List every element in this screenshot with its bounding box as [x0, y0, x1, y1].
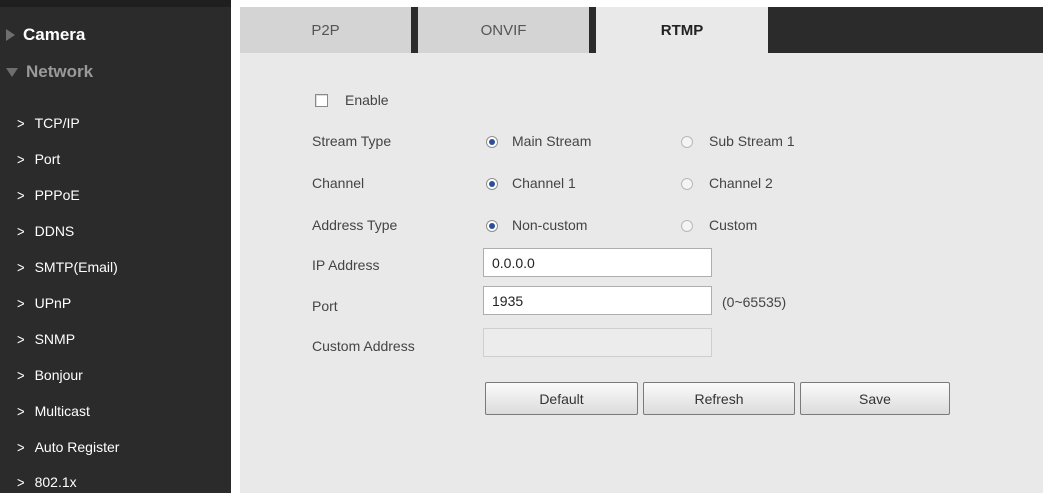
- sidebar-item-upnp[interactable]: > UPnP: [17, 288, 71, 318]
- tab-p2p[interactable]: P2P: [240, 7, 411, 53]
- sidebar-item-bonjour[interactable]: > Bonjour: [17, 360, 83, 390]
- port-range-hint: (0~65535): [722, 294, 787, 310]
- sidebar-item-port[interactable]: > Port: [17, 144, 60, 174]
- sidebar-item-label: Port: [34, 151, 61, 167]
- expand-arrow-icon: [6, 29, 15, 41]
- sidebar-item-label: SMTP(Email): [34, 259, 118, 275]
- custom-address-input[interactable]: [483, 328, 712, 357]
- enable-label: Enable: [345, 92, 389, 108]
- sidebar-item-label: Multicast: [34, 403, 90, 419]
- sidebar-item-auto-register[interactable]: > Auto Register: [17, 432, 119, 462]
- collapse-arrow-icon: [6, 67, 18, 77]
- chevron-right-icon: >: [17, 402, 25, 420]
- enable-checkbox[interactable]: [315, 94, 328, 107]
- tab-rtmp[interactable]: RTMP: [596, 7, 768, 53]
- chevron-right-icon: >: [17, 114, 25, 132]
- chevron-right-icon: >: [17, 186, 25, 204]
- channel-label: Channel: [312, 175, 365, 191]
- rtmp-settings-panel: Enable Stream Type Main Stream Sub Strea…: [240, 53, 1043, 493]
- address-type-label: Address Type: [312, 217, 398, 233]
- refresh-button[interactable]: Refresh: [643, 382, 795, 415]
- sidebar: Camera Network > TCP/IP > Port > PPPoE >…: [0, 0, 231, 493]
- chevron-right-icon: >: [17, 258, 25, 276]
- sidebar-item-label: Auto Register: [34, 439, 120, 455]
- non-custom-radio[interactable]: [486, 220, 498, 232]
- chevron-right-icon: >: [17, 150, 25, 168]
- sidebar-item-ddns[interactable]: > DDNS: [17, 216, 74, 246]
- chevron-right-icon: >: [17, 330, 25, 348]
- sidebar-section-network[interactable]: Network: [0, 57, 231, 87]
- sidebar-item-label: PPPoE: [34, 187, 80, 203]
- chevron-right-icon: >: [17, 366, 25, 384]
- main-stream-radio[interactable]: [486, 136, 498, 148]
- chevron-right-icon: >: [17, 222, 25, 240]
- ip-address-input[interactable]: [483, 248, 712, 277]
- sub-stream-1-radio[interactable]: [681, 136, 693, 148]
- chevron-right-icon: >: [17, 438, 25, 456]
- sidebar-item-multicast[interactable]: > Multicast: [17, 396, 90, 426]
- sidebar-item-8021x[interactable]: > 802.1x: [17, 467, 77, 493]
- custom-address-label: Custom Address: [312, 338, 415, 354]
- custom-label: Custom: [709, 217, 758, 233]
- ip-address-label: IP Address: [312, 257, 380, 273]
- sidebar-top-strip: [0, 0, 231, 7]
- sidebar-item-label: TCP/IP: [34, 115, 80, 131]
- sidebar-item-smtp[interactable]: > SMTP(Email): [17, 252, 118, 282]
- sidebar-section-label: Camera: [23, 25, 86, 44]
- sidebar-section-label: Network: [26, 62, 94, 81]
- non-custom-label: Non-custom: [512, 217, 588, 233]
- stream-type-label: Stream Type: [312, 133, 392, 149]
- chevron-right-icon: >: [17, 294, 25, 312]
- main-stream-label: Main Stream: [512, 133, 592, 149]
- chevron-right-icon: >: [17, 473, 25, 491]
- port-label: Port: [312, 298, 338, 314]
- tab-bar: P2P ONVIF RTMP: [240, 7, 1043, 53]
- channel-2-radio[interactable]: [681, 178, 693, 190]
- channel-1-label: Channel 1: [512, 175, 576, 191]
- sidebar-item-label: UPnP: [34, 295, 72, 311]
- sidebar-section-camera[interactable]: Camera: [0, 20, 231, 50]
- sub-stream-1-label: Sub Stream 1: [709, 133, 795, 149]
- channel-2-label: Channel 2: [709, 175, 773, 191]
- channel-1-radio[interactable]: [486, 178, 498, 190]
- sidebar-item-tcpip[interactable]: > TCP/IP: [17, 108, 80, 138]
- sidebar-item-label: SNMP: [34, 331, 76, 347]
- port-input[interactable]: [483, 286, 712, 315]
- tab-onvif[interactable]: ONVIF: [418, 7, 589, 53]
- default-button[interactable]: Default: [485, 382, 638, 415]
- custom-radio[interactable]: [681, 220, 693, 232]
- sidebar-item-label: Bonjour: [34, 367, 83, 383]
- sidebar-item-pppoe[interactable]: > PPPoE: [17, 180, 80, 210]
- sidebar-item-snmp[interactable]: > SNMP: [17, 324, 75, 354]
- save-button[interactable]: Save: [800, 382, 950, 415]
- sidebar-item-label: DDNS: [34, 223, 75, 239]
- sidebar-item-label: 802.1x: [34, 474, 77, 490]
